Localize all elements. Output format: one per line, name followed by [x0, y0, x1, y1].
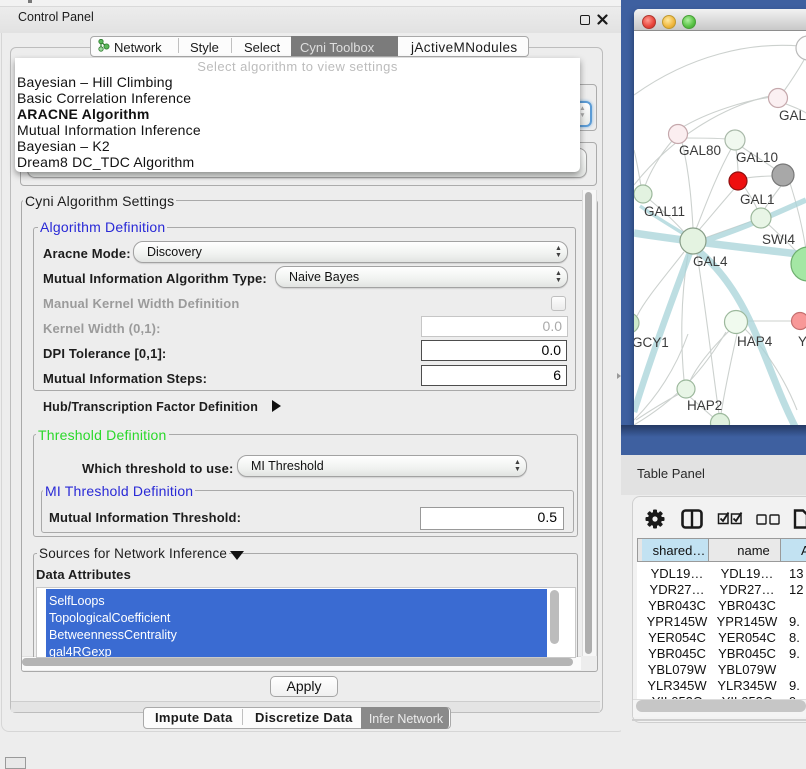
svg-text:HAP2: HAP2 [687, 398, 722, 413]
svg-text:GAL: GAL [779, 108, 806, 123]
svg-text:GAL4: GAL4 [693, 254, 728, 269]
svg-text:GAL10: GAL10 [736, 150, 778, 165]
svg-text:GCY1: GCY1 [634, 335, 669, 350]
svg-text:GAL11: GAL11 [644, 204, 685, 219]
svg-text:HAP4: HAP4 [737, 334, 773, 349]
svg-text:GAL1: GAL1 [740, 192, 775, 207]
svg-text:SWI4: SWI4 [762, 232, 795, 247]
svg-text:GAL80: GAL80 [679, 143, 721, 158]
svg-text:Y: Y [798, 334, 806, 349]
